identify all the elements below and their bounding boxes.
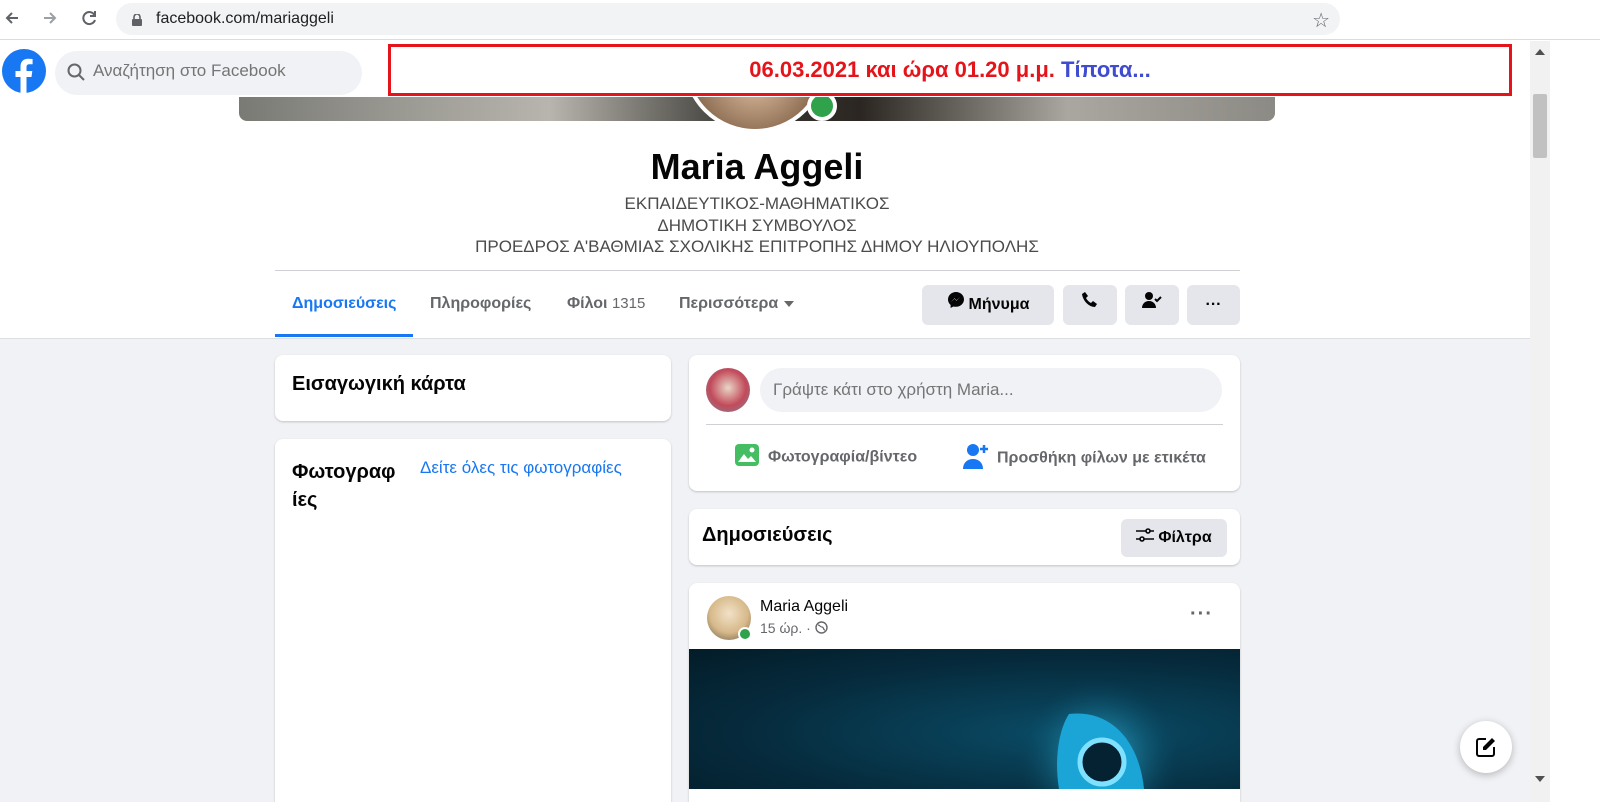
online-status-dot bbox=[807, 95, 837, 121]
tab-posts-label: Δημοσιεύσεις bbox=[292, 295, 397, 312]
tab-about-label: Πληροφορίες bbox=[430, 295, 532, 312]
composer-card: Φωτογραφία/βίντεο Προσθήκη φίλων με ετικ… bbox=[689, 355, 1240, 491]
post-time: 15 ώρ. · bbox=[760, 620, 811, 636]
post-options-icon[interactable]: ··· bbox=[1190, 603, 1213, 626]
globe-icon bbox=[815, 621, 828, 637]
back-arrow-icon[interactable] bbox=[0, 8, 24, 32]
photo-video-label: Φωτογραφία/βίντεο bbox=[768, 448, 918, 466]
messenger-icon bbox=[947, 285, 965, 325]
posts-header-title: Δημοσιεύσεις bbox=[702, 524, 833, 546]
user-avatar[interactable] bbox=[706, 368, 750, 412]
page-scrollbar[interactable] bbox=[1530, 41, 1550, 802]
banner-date: 06.03.2021 και ώρα 01.20 μ.μ. bbox=[749, 57, 1055, 82]
bio-line: ΕΚΠΑΙΔΕΥΤΙΚΟΣ-ΜΑΘΗΜΑΤΙΚΟΣ bbox=[624, 194, 890, 213]
facebook-logo-icon[interactable] bbox=[2, 49, 46, 93]
bio-line: ΔΗΜΟΤΙΚΗ ΣΥΜΒΟΥΛΟΣ bbox=[657, 216, 857, 235]
post-online-dot bbox=[738, 627, 752, 641]
photos-title-line1: Φωτογραφ bbox=[292, 461, 396, 483]
annotation-banner: 06.03.2021 και ώρα 01.20 μ.μ. Τίποτα... bbox=[388, 44, 1512, 96]
photos-card: Φωτογραφ ίες Δείτε όλες τις φωτογραφίες bbox=[275, 439, 671, 802]
intro-card-title: Εισαγωγική κάρτα bbox=[292, 373, 466, 395]
tag-friends-label: Προσθήκη φίλων με ετικέτα bbox=[997, 449, 1206, 467]
filters-button[interactable]: Φίλτρα bbox=[1121, 519, 1227, 557]
friends-button[interactable] bbox=[1125, 285, 1179, 325]
new-message-button[interactable] bbox=[1460, 721, 1512, 773]
ellipsis-icon: ··· bbox=[1205, 296, 1222, 313]
filters-label: Φίλτρα bbox=[1158, 529, 1212, 547]
tab-friends[interactable]: Φίλοι 1315 bbox=[550, 271, 662, 337]
composer-input[interactable] bbox=[760, 368, 1222, 412]
friend-check-icon bbox=[1142, 285, 1162, 325]
url-text: facebook.com/mariaggeli bbox=[156, 10, 334, 27]
address-bar[interactable]: facebook.com/mariaggeli ☆ bbox=[116, 3, 1340, 35]
friends-count: 1315 bbox=[611, 295, 646, 312]
profile-avatar[interactable] bbox=[683, 97, 827, 133]
lock-icon bbox=[132, 13, 142, 26]
photos-card-title: Φωτογραφ ίες bbox=[292, 458, 395, 514]
bookmark-star-icon[interactable]: ☆ bbox=[1312, 8, 1330, 33]
call-button[interactable] bbox=[1063, 285, 1117, 325]
intro-card: Εισαγωγική κάρτα bbox=[275, 355, 671, 421]
reload-icon[interactable] bbox=[77, 8, 101, 32]
search-icon bbox=[67, 63, 85, 86]
compose-edit-icon bbox=[1475, 736, 1497, 763]
message-label: Μήνυμα bbox=[968, 296, 1030, 314]
phone-icon bbox=[1081, 285, 1099, 325]
facebook-search[interactable] bbox=[55, 51, 362, 95]
rocket-graphic-icon bbox=[1019, 679, 1179, 789]
scroll-thumb[interactable] bbox=[1533, 94, 1547, 158]
caret-down-icon bbox=[784, 300, 795, 307]
post-author-name[interactable]: Maria Aggeli bbox=[760, 598, 848, 616]
post-timestamp[interactable]: 15 ώρ. · bbox=[760, 620, 828, 637]
post-image[interactable] bbox=[689, 649, 1240, 789]
browser-toolbar: facebook.com/mariaggeli ☆ bbox=[0, 0, 1600, 40]
tab-more-label: Περισσότερα bbox=[679, 295, 779, 312]
composer-divider bbox=[706, 424, 1223, 425]
see-all-photos-link[interactable]: Δείτε όλες τις φωτογραφίες bbox=[420, 458, 622, 478]
tag-friends-icon bbox=[963, 443, 989, 474]
tab-posts[interactable]: Δημοσιεύσεις bbox=[275, 271, 414, 337]
banner-note: Τίποτα... bbox=[1061, 57, 1151, 82]
tab-more[interactable]: Περισσότερα bbox=[662, 271, 811, 337]
post-card: Maria Aggeli 15 ώρ. · ··· bbox=[689, 583, 1240, 802]
posts-header-card: Δημοσιεύσεις Φίλτρα bbox=[689, 509, 1240, 565]
search-input[interactable] bbox=[93, 61, 353, 81]
scroll-down-icon[interactable] bbox=[1535, 776, 1545, 782]
more-options-button[interactable]: ··· bbox=[1187, 285, 1240, 325]
photo-icon bbox=[734, 443, 760, 472]
forward-arrow-icon[interactable] bbox=[38, 8, 62, 32]
scroll-up-icon[interactable] bbox=[1535, 49, 1545, 55]
tab-about[interactable]: Πληροφορίες bbox=[413, 271, 548, 337]
message-button[interactable]: Μήνυμα bbox=[922, 285, 1054, 325]
tag-friends-button[interactable]: Προσθήκη φίλων με ετικέτα bbox=[963, 443, 1206, 474]
photo-video-button[interactable]: Φωτογραφία/βίντεο bbox=[734, 443, 917, 472]
tab-friends-label: Φίλοι bbox=[567, 295, 608, 312]
filter-sliders-icon bbox=[1136, 519, 1155, 557]
profile-name: Maria Aggeli bbox=[650, 146, 864, 187]
bio-line: ΠΡΟΕΔΡΟΣ Α'ΒΑΘΜΙΑΣ ΣΧΟΛΙΚΗΣ ΕΠΙΤΡΟΠΗΣ ΔΗ… bbox=[475, 237, 1039, 256]
photos-title-line2: ίες bbox=[292, 489, 318, 511]
